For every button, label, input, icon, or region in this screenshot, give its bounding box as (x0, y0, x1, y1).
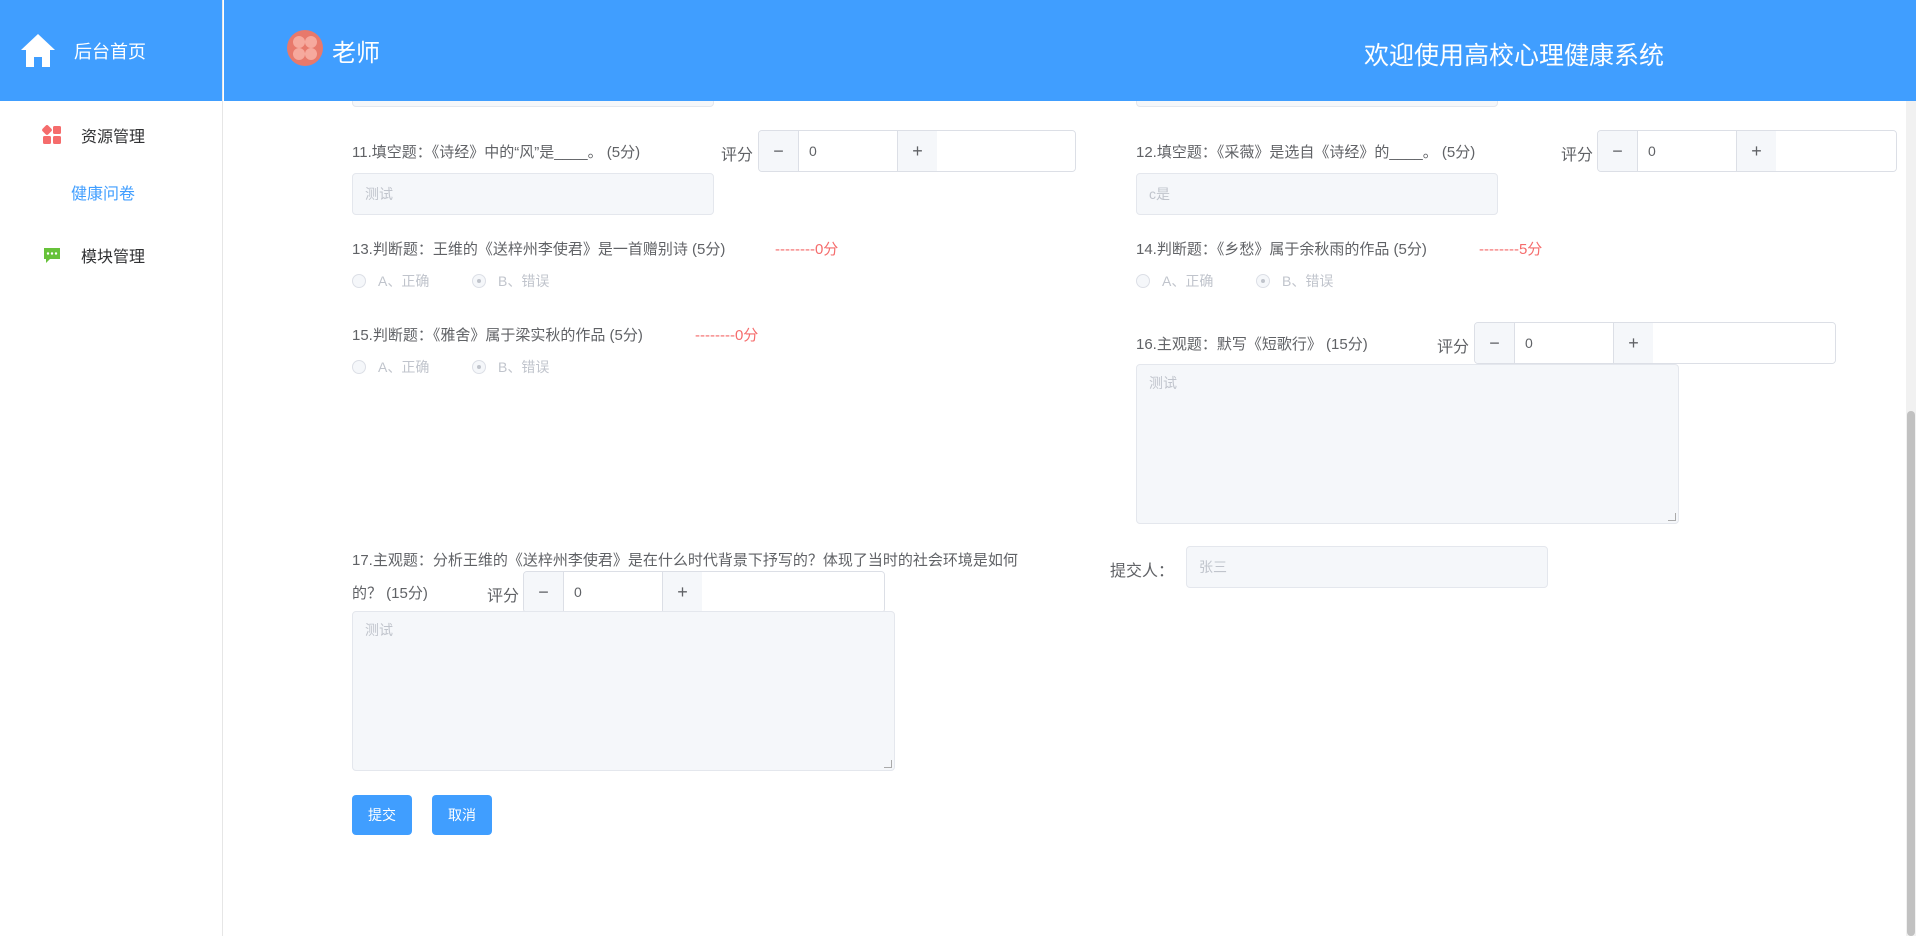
cancel-button[interactable]: 取消 (432, 795, 492, 835)
radio-dot (472, 274, 486, 288)
top-header: 老师 欢迎使用高校心理健康系统 (224, 0, 1916, 101)
sidebar-item-label: 模块管理 (81, 249, 146, 266)
answer-input-q12[interactable]: c是 (1136, 173, 1498, 215)
resize-handle-icon[interactable] (1668, 513, 1676, 521)
question-17-text-line1: 17.主观题：分析王维的《送梓州李使君》是在什么时代背景下抒写的？体现了当时的社… (352, 552, 1018, 569)
score-stepper-q16[interactable]: − 0 + (1474, 322, 1836, 364)
question-12-text: 12.填空题：《采薇》是选自《诗经》的____。 (5分) (1136, 144, 1476, 161)
radio-q15-a[interactable]: A、正确 (352, 357, 429, 377)
radio-label: B、错误 (498, 359, 550, 375)
score-value[interactable]: 0 (1638, 131, 1736, 171)
score-stepper-q11[interactable]: − 0 + (758, 130, 1076, 172)
radio-q15-b[interactable]: B、错误 (472, 357, 549, 377)
radio-q14-a[interactable]: A、正确 (1136, 271, 1213, 291)
answer-text: 测试 (365, 622, 393, 638)
question-13-text: 13.判断题：王维的《送梓州李使君》是一首赠别诗 (5分) (352, 241, 726, 258)
sidebar-item-questionnaire[interactable]: 健康问卷 (0, 168, 222, 222)
answer-textarea-q17[interactable]: 测试 (352, 611, 895, 771)
main-content: 11.填空题：《诗经》中的“风”是____。 (5分) 评分 − 0 + 测试 … (224, 101, 1916, 936)
radio-q13-a[interactable]: A、正确 (352, 271, 429, 291)
radio-dot (1256, 274, 1270, 288)
question-15-text: 15.判断题：《雅舍》属于梁实秋的作品 (5分) (352, 327, 643, 344)
chat-icon (44, 248, 60, 263)
radio-dot (472, 360, 486, 374)
score-stepper-q12[interactable]: − 0 + (1597, 130, 1897, 172)
increment-button[interactable]: + (1736, 131, 1776, 171)
sidebar-item-module[interactable]: 模块管理 (0, 222, 222, 288)
increment-button[interactable]: + (662, 572, 702, 612)
score-value[interactable]: 0 (799, 131, 897, 171)
submitter-input[interactable]: 张三 (1186, 546, 1548, 588)
radio-label: A、正确 (378, 359, 430, 375)
decrement-button[interactable]: − (1475, 323, 1515, 363)
answer-input-prev-right[interactable] (1136, 101, 1498, 107)
radio-q13-b[interactable]: B、错误 (472, 271, 549, 291)
question-11-text: 11.填空题：《诗经》中的“风”是____。 (5分) (352, 144, 641, 161)
sidebar-home-label: 后台首页 (74, 41, 146, 62)
score-stepper-q17[interactable]: − 0 + (523, 571, 885, 613)
submitter-label: 提交人： (1110, 563, 1175, 580)
user-role: 老师 (332, 40, 380, 67)
score-label: 评分 (721, 147, 754, 164)
radio-dot (1136, 274, 1150, 288)
submit-button[interactable]: 提交 (352, 795, 412, 835)
score-value[interactable]: 0 (564, 572, 662, 612)
sidebar-item-label: 资源管理 (81, 129, 146, 146)
answer-input-q11[interactable]: 测试 (352, 173, 714, 215)
radio-label: A、正确 (378, 273, 430, 289)
avatar[interactable] (287, 30, 323, 66)
decrement-button[interactable]: − (1598, 131, 1638, 171)
radio-dot (352, 360, 366, 374)
answer-textarea-q16[interactable]: 测试 (1136, 364, 1679, 524)
score-label: 评分 (1561, 147, 1594, 164)
increment-button[interactable]: + (1613, 323, 1653, 363)
question-16-text: 16.主观题：默写《短歌行》 (15分) (1136, 336, 1368, 353)
score-value[interactable]: 0 (1515, 323, 1613, 363)
question-17-text-line2: 的？ (15分) (352, 585, 428, 602)
radio-label: A、正确 (1162, 273, 1214, 289)
decrement-button[interactable]: − (524, 572, 564, 612)
score-result-q13: --------0分 (775, 241, 839, 258)
sidebar-home[interactable]: 后台首页 (0, 0, 222, 101)
decrement-button[interactable]: − (759, 131, 799, 171)
answer-input-prev-left[interactable] (352, 101, 714, 107)
radio-label: B、错误 (498, 273, 550, 289)
scrollbar[interactable] (1906, 101, 1916, 936)
radio-dot (352, 274, 366, 288)
grid-icon (42, 125, 61, 144)
sidebar-item-resource[interactable]: 资源管理 (0, 102, 222, 168)
welcome-title: 欢迎使用高校心理健康系统 (1364, 42, 1665, 70)
home-icon (21, 33, 55, 67)
scrollbar-thumb[interactable] (1907, 411, 1915, 936)
sidebar: 后台首页 资源管理 健康问卷 模块管理 (0, 0, 223, 936)
radio-label: B、错误 (1282, 273, 1334, 289)
resize-handle-icon[interactable] (884, 760, 892, 768)
score-result-q14: --------5分 (1479, 241, 1543, 258)
increment-button[interactable]: + (897, 131, 937, 171)
score-label: 评分 (1437, 339, 1470, 356)
radio-q14-b[interactable]: B、错误 (1256, 271, 1333, 291)
answer-text: 测试 (1149, 375, 1177, 391)
score-label: 评分 (487, 588, 520, 605)
question-14-text: 14.判断题：《乡愁》属于余秋雨的作品 (5分) (1136, 241, 1427, 258)
score-result-q15: --------0分 (695, 327, 759, 344)
